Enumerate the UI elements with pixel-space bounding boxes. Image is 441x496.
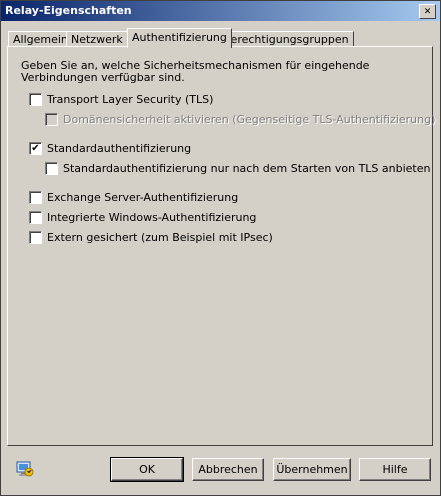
computer-help-icon — [16, 461, 34, 477]
external-secured-checkbox[interactable] — [29, 231, 42, 244]
windows-auth-label[interactable]: Integrierte Windows-Authentifizierung — [47, 211, 256, 224]
windows-auth-checkbox[interactable] — [29, 211, 42, 224]
basic-after-tls-checkbox[interactable] — [45, 162, 58, 175]
apply-button[interactable]: Übernehmen — [273, 458, 351, 481]
tab-authentifizierung[interactable]: Authentifizierung — [127, 28, 232, 48]
ok-button[interactable]: OK — [110, 457, 184, 482]
tls-label[interactable]: Transport Layer Security (TLS) — [47, 93, 213, 106]
window-title: Relay-Eigenschaften — [5, 4, 132, 17]
exchange-auth-checkbox[interactable] — [29, 191, 42, 204]
exchange-auth-label[interactable]: Exchange Server-Authentifizierung — [47, 191, 238, 204]
external-secured-label[interactable]: Extern gesichert (zum Beispiel mit IPsec… — [47, 231, 273, 244]
title-bar[interactable]: Relay-Eigenschaften ✕ — [1, 1, 440, 21]
basic-auth-label[interactable]: Standardauthentifizierung — [47, 142, 191, 155]
tls-checkbox[interactable] — [29, 93, 42, 106]
domain-security-checkbox — [45, 113, 58, 126]
close-button[interactable]: ✕ — [419, 4, 436, 19]
domain-security-label: Domänensicherheit aktivieren (Gegenseiti… — [63, 113, 436, 126]
basic-after-tls-label[interactable]: Standardauthentifizierung nur nach dem S… — [63, 162, 431, 175]
help-button[interactable]: Hilfe — [359, 458, 431, 481]
cancel-button[interactable]: Abbrechen — [192, 458, 264, 481]
tab-panel — [7, 46, 433, 446]
basic-auth-checkbox[interactable]: ✔ — [29, 142, 42, 155]
intro-text: Geben Sie an, welche Sicherheitsmechanis… — [21, 59, 370, 84]
